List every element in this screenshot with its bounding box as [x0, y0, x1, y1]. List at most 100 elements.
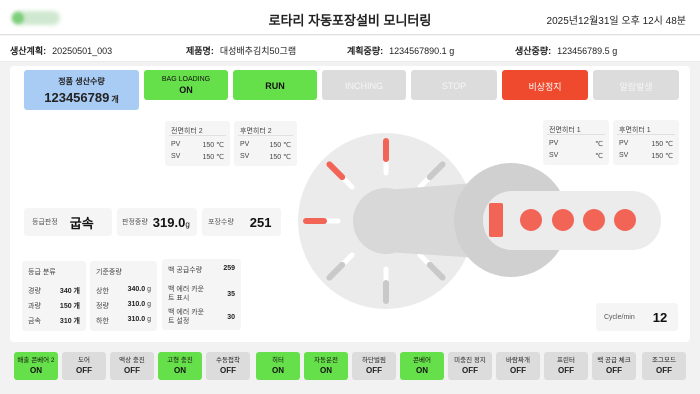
- stop-label: STOP: [441, 81, 467, 91]
- alarm-button[interactable]: 알람발생: [593, 70, 679, 100]
- grade-metal-value: 310 개: [59, 318, 80, 325]
- emergency-stop-label: 비상정지: [528, 81, 562, 92]
- status-button-state: OFF: [366, 366, 382, 376]
- production-count-label: 정품 생산수량: [58, 77, 105, 86]
- status-button-state: ON: [320, 366, 332, 376]
- target-unit: g: [147, 301, 151, 308]
- rear-heater-2-card: 후면히터 2 PV 150 ℃ SV 150 ℃: [234, 121, 297, 166]
- status-button-state: OFF: [462, 366, 478, 376]
- prod-weight-label: 생산중량:: [515, 46, 552, 56]
- plan-weight-value: 1234567890.1: [389, 46, 447, 56]
- bag-supply-label: 백 공급수량: [168, 267, 203, 274]
- emergency-stop-button[interactable]: 비상정지: [502, 70, 588, 100]
- status-button-label: 고형 충진: [167, 356, 193, 364]
- bag-loading-state: ON: [179, 84, 193, 95]
- status-button-state: OFF: [510, 366, 526, 376]
- plan-label: 생산계획:: [10, 46, 47, 56]
- status-button-12[interactable]: 백 공급 체크 OFF: [592, 352, 636, 380]
- status-button-label: 배출 콘베어 2: [17, 356, 55, 364]
- product-info: 제품명: 대성배추김치50그램: [186, 44, 296, 57]
- status-button-9[interactable]: 미충진 정지 OFF: [448, 352, 492, 380]
- status-button-label: 히터: [272, 356, 284, 364]
- judged-weight-label: 판정중량: [122, 219, 148, 226]
- status-button-11[interactable]: 프린터 OFF: [544, 352, 588, 380]
- status-button-13[interactable]: 조그모드 OFF: [642, 352, 686, 380]
- status-button-7[interactable]: 하단벌림 OFF: [352, 352, 396, 380]
- product-value: 대성배추김치50그램: [219, 46, 297, 56]
- status-button-label: 미충진 정지: [454, 356, 486, 364]
- bag-loading-label: BAG LOADING: [161, 75, 211, 83]
- status-button-label: 백 공급 체크: [597, 356, 631, 364]
- bag-error-display-value: 35: [227, 290, 235, 298]
- status-button-6[interactable]: 자동운전 ON: [304, 352, 348, 380]
- upper-limit-value: 340.0: [127, 286, 146, 293]
- grade-over-value: 150 개: [59, 303, 80, 310]
- judged-weight-value: 319.0: [152, 214, 186, 230]
- pouch-indicator-2: [583, 209, 605, 231]
- status-button-label: 자동운전: [314, 356, 338, 364]
- status-button-state: OFF: [606, 366, 622, 376]
- pouch-indicator-3: [614, 209, 636, 231]
- prod-weight-info: 생산중량: 123456789.5 g: [515, 44, 617, 57]
- ref-weight-title: 기준중량: [96, 269, 122, 276]
- product-label: 제품명:: [186, 46, 214, 56]
- pack-count-label: 포장수량: [208, 219, 234, 226]
- status-button-label: 하단벌림: [362, 356, 386, 364]
- status-button-4[interactable]: 수동접착 OFF: [206, 352, 250, 380]
- grade-light-label: 경량: [28, 288, 41, 295]
- status-button-8[interactable]: 콘베어 ON: [400, 352, 444, 380]
- run-button[interactable]: RUN: [233, 70, 317, 100]
- bag-loading-button[interactable]: BAG LOADING ON: [144, 70, 228, 100]
- lower-limit-label: 하한: [96, 318, 109, 325]
- production-count-card: 정품 생산수량 123456789 개: [24, 70, 139, 110]
- status-button-label: 조그모드: [652, 356, 676, 364]
- inching-button[interactable]: INCHING: [322, 70, 406, 100]
- stop-button[interactable]: STOP: [411, 70, 497, 100]
- bag-error-setting-value: 30: [227, 313, 235, 321]
- grade-over-label: 과량: [28, 303, 41, 310]
- grade-value: 굽속: [69, 215, 94, 231]
- status-button-label: 바람짜개: [506, 356, 530, 364]
- status-button-10[interactable]: 바람짜개 OFF: [496, 352, 540, 380]
- rear-heater-2-pv: 150 ℃: [269, 142, 292, 149]
- status-button-5[interactable]: 히터 ON: [256, 352, 300, 380]
- status-button-2[interactable]: 액상 충진 OFF: [110, 352, 154, 380]
- pv-label: PV: [240, 141, 250, 148]
- status-button-1[interactable]: 도어 OFF: [62, 352, 106, 380]
- pouch-indicator-1: [552, 209, 574, 231]
- grade-card: 등급판정 굽속: [24, 208, 112, 236]
- status-button-label: 도어: [78, 356, 90, 364]
- status-button-label: 콘베어: [413, 356, 431, 364]
- bag-error-display-label: 백 에러 카운트 표시: [168, 286, 205, 303]
- production-count-value: 123456789: [44, 90, 110, 105]
- status-button-state: ON: [272, 366, 284, 376]
- status-button-label: 액상 충진: [119, 356, 145, 364]
- status-button-label: 프린터: [557, 356, 575, 364]
- status-button-state: ON: [30, 366, 42, 376]
- target-label: 정량: [96, 303, 109, 310]
- rotary-machine-diagram: [298, 133, 661, 309]
- status-button-3[interactable]: 고형 충진 ON: [158, 352, 202, 380]
- cycle-card: Cycle/min 12: [596, 303, 678, 331]
- datetime-display: 2025년12월31일 오후 12시 48분: [546, 16, 686, 27]
- target-value: 310.0: [127, 301, 146, 308]
- production-count-unit: 개: [111, 95, 119, 104]
- status-button-label: 수동접착: [216, 356, 240, 364]
- plan-info: 생산계획: 20250501_003: [10, 44, 112, 57]
- pouch-indicator-0: [520, 209, 542, 231]
- status-button-0[interactable]: 배출 콘베어 2 ON: [14, 352, 58, 380]
- plan-weight-label: 계획중량:: [347, 46, 384, 56]
- pv-label: PV: [171, 141, 181, 148]
- plan-weight-info: 계획중량: 1234567890.1 g: [347, 44, 454, 57]
- grade-class-card: 등급 분류 경량 340 개 과량 150 개 금속 310 개: [22, 261, 86, 331]
- grade-label: 등급판정: [32, 219, 58, 226]
- lower-limit-unit: g: [147, 316, 151, 323]
- status-button-state: OFF: [558, 366, 574, 376]
- status-button-state: OFF: [76, 366, 92, 376]
- front-heater-2-pv: 150 ℃: [202, 142, 225, 149]
- lower-limit-value: 310.0: [127, 316, 146, 323]
- production-info-row: 생산계획: 20250501_003 제품명: 대성배추김치50그램 계획중량: 12…: [0, 36, 700, 62]
- pack-count-value: 251: [249, 214, 272, 230]
- bag-error-setting-label: 백 에러 카운트 설정: [168, 309, 205, 326]
- bag-stats-card: 백 공급수량 259 백 에러 카운트 표시 35 백 에러 카운트 설정 30: [162, 259, 241, 330]
